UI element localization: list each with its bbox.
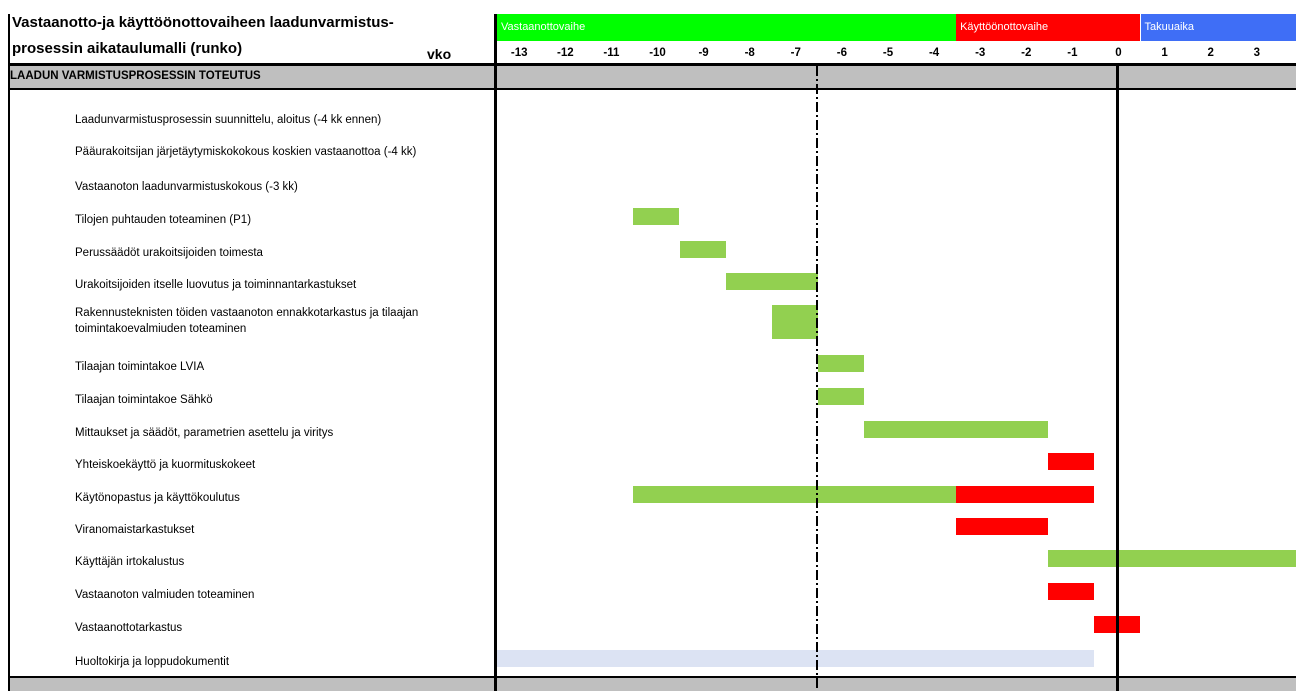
week-tick: -7 xyxy=(790,47,801,59)
task-bar xyxy=(633,486,957,503)
task-label: Pääurakoitsijan järjetäytymiskokokous ko… xyxy=(75,146,417,158)
task-label: Mittaukset ja säädöt, parametrien asette… xyxy=(75,427,334,439)
task-bar xyxy=(1048,583,1095,600)
task-label: Tilaajan toimintakoe Sähkö xyxy=(75,394,213,406)
task-bar xyxy=(633,208,680,225)
week-tick: -9 xyxy=(698,47,709,59)
dashdot-reference-line xyxy=(815,66,818,691)
week-tick: -3 xyxy=(975,47,986,59)
week-tick: 3 xyxy=(1253,47,1260,59)
left-border xyxy=(8,14,10,691)
phase-3: Takuuaika xyxy=(1140,14,1296,41)
task-label: Yhteiskoekäyttö ja kuormituskokeet xyxy=(75,459,256,471)
week-axis-label: vko xyxy=(427,46,452,62)
task-bar xyxy=(817,355,864,372)
week-tick: -5 xyxy=(882,47,894,59)
task-bar xyxy=(863,421,1049,438)
task-label: Käytönopastus ja käyttökoulutus xyxy=(75,492,240,504)
table-bottom-rule xyxy=(8,676,1296,678)
section-bottom-rule xyxy=(8,88,1296,90)
task-label: Laadunvarmistusprosessin suunnittelu, al… xyxy=(75,114,382,126)
task-bar xyxy=(679,241,726,258)
phase-2: Käyttöönottovaihe xyxy=(956,14,1141,41)
label-divider xyxy=(494,14,497,691)
task-bar xyxy=(956,486,1095,503)
task-bar xyxy=(1048,550,1296,567)
task-label: Vastaanoton valmiuden toteaminen xyxy=(75,589,255,601)
task-bar xyxy=(956,518,1049,535)
task-label: Tilojen puhtauden toteaminen (P1) xyxy=(75,214,252,226)
week-tick: -10 xyxy=(649,47,666,59)
task-label: Vastaanoton laadunvarmistuskokous (-3 kk… xyxy=(75,181,298,193)
week-tick: 1 xyxy=(1161,47,1168,59)
task-bar xyxy=(497,650,1095,667)
task-label: Rakennusteknisten töiden vastaanoton enn… xyxy=(75,307,419,335)
task-bar xyxy=(771,305,818,339)
week-tick: -1 xyxy=(1067,47,1078,59)
section-label: LAADUN VARMISTUSPROSESSIN TOTEUTUS xyxy=(10,70,261,82)
task-label: Perussäädöt urakoitsijoiden toimesta xyxy=(75,247,263,259)
task-label: Vastaanottotarkastus xyxy=(75,622,183,634)
week-tick: -2 xyxy=(1021,47,1032,59)
task-label: Tilaajan toimintakoe LVIA xyxy=(75,361,205,373)
bottom-band xyxy=(8,678,1296,691)
task-bar xyxy=(725,273,818,290)
solid-reference-line xyxy=(1116,66,1120,691)
week-tick: -12 xyxy=(556,47,574,59)
week-tick: -13 xyxy=(510,47,528,59)
week-tick: -6 xyxy=(836,47,848,59)
week-tick: -4 xyxy=(928,47,940,59)
week-tick: -11 xyxy=(603,47,620,59)
task-label: Käyttäjän irtokalustus xyxy=(75,556,185,568)
title-left-border xyxy=(8,14,10,66)
chart-title-line2: prosessin aikataulumalli (runko) xyxy=(12,40,243,57)
gantt-chart: Vastaanotto-ja käyttöönottovaiheen laadu… xyxy=(0,0,1296,691)
task-bar xyxy=(817,388,864,405)
task-label: Urakoitsijoiden itselle luovutus ja toim… xyxy=(75,279,357,291)
week-tick: 2 xyxy=(1207,47,1214,59)
week-tick: -8 xyxy=(744,47,755,59)
task-label: Viranomaistarkastukset xyxy=(75,524,195,536)
task-bar xyxy=(1048,453,1095,470)
header-bottom-rule xyxy=(8,63,1296,66)
chart-title-line1: Vastaanotto-ja käyttöönottovaiheen laadu… xyxy=(12,14,394,31)
week-tick: 0 xyxy=(1115,47,1122,59)
task-label: Huoltokirja ja loppudokumentit xyxy=(75,656,230,668)
phase-1: Vastaanottovaihe xyxy=(497,14,957,41)
